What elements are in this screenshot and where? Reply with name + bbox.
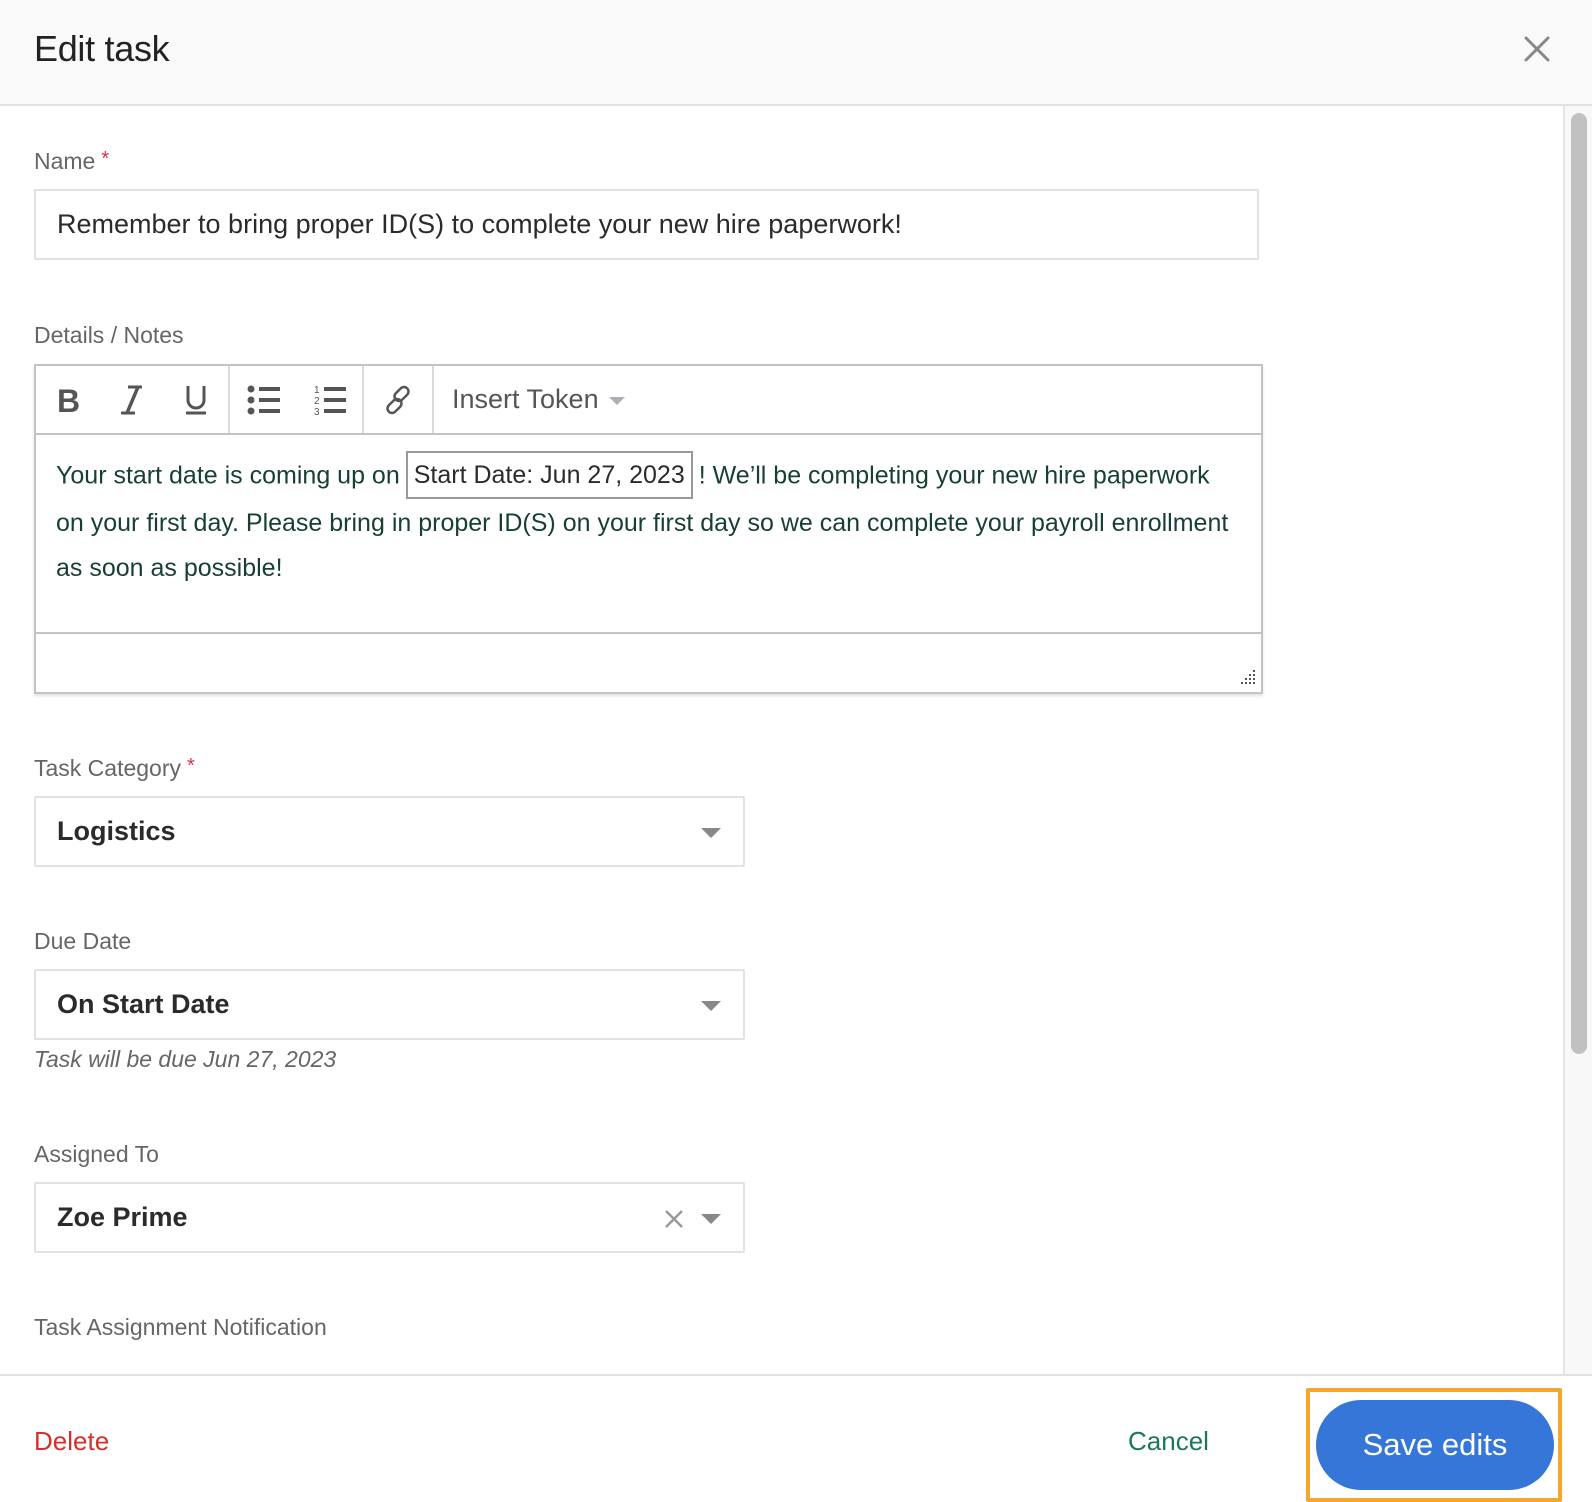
format-group: B xyxy=(36,366,230,433)
save-edits-button[interactable]: Save edits xyxy=(1316,1400,1554,1490)
link-group xyxy=(364,366,434,433)
name-input-value: Remember to bring proper ID(S) to comple… xyxy=(57,209,902,239)
italic-icon xyxy=(121,385,142,414)
resize-handle[interactable] xyxy=(1237,668,1257,688)
details-editor-content[interactable]: Your start date is coming up on Start Dat… xyxy=(36,435,1261,634)
cancel-button[interactable]: Cancel xyxy=(1128,1426,1209,1457)
list-group: 1 2 3 xyxy=(230,366,364,433)
dialog-header: Edit task xyxy=(0,0,1592,106)
bulleted-list-icon xyxy=(247,385,280,414)
bulleted-list-button[interactable] xyxy=(230,366,298,433)
bold-icon: B xyxy=(57,384,80,416)
dialog-title: Edit task xyxy=(34,28,170,69)
task-category-value: Logistics xyxy=(57,816,176,846)
task-category-select[interactable]: Logistics xyxy=(34,796,745,867)
task-category-label-text: Task Category xyxy=(34,755,182,781)
svg-text:1: 1 xyxy=(314,385,320,396)
scrollbar-thumb[interactable] xyxy=(1571,113,1587,1054)
underline-icon xyxy=(186,385,206,414)
name-label-text: Name xyxy=(34,148,96,174)
insert-token-label: Insert Token xyxy=(452,384,599,414)
resize-grip-icon xyxy=(1241,670,1255,684)
italic-button[interactable] xyxy=(100,366,164,433)
chevron-down-icon xyxy=(608,396,625,405)
underline-button[interactable] xyxy=(164,366,228,433)
editor-footer xyxy=(36,636,1261,692)
svg-text:B: B xyxy=(57,384,80,416)
task-assignment-notification-label: Task Assignment Notification xyxy=(34,1314,327,1340)
svg-text:2: 2 xyxy=(314,396,320,407)
dialog-body: Name * Remember to bring proper ID(S) to … xyxy=(0,106,1592,1374)
numbered-list-button[interactable]: 1 2 3 xyxy=(298,366,362,433)
link-button[interactable] xyxy=(364,366,432,433)
assigned-to-value: Zoe Prime xyxy=(57,1202,188,1232)
close-button[interactable] xyxy=(1522,34,1552,64)
bold-button[interactable]: B xyxy=(36,366,100,433)
details-label: Details / Notes xyxy=(34,322,184,348)
editor-toolbar: B 1 2 3 Insert Token xyxy=(36,366,1261,435)
required-mark: * xyxy=(101,148,110,170)
assigned-to-label: Assigned To xyxy=(34,1141,159,1167)
close-icon xyxy=(1524,36,1550,62)
assigned-to-select[interactable]: Zoe Prime xyxy=(34,1182,745,1253)
insert-token-dropdown[interactable]: Insert Token xyxy=(434,366,625,433)
clear-icon xyxy=(665,1210,683,1228)
clear-selection-button[interactable] xyxy=(663,1208,685,1230)
due-date-select[interactable]: On Start Date xyxy=(34,969,745,1040)
save-edits-label: Save edits xyxy=(1362,1427,1508,1462)
details-editor: B 1 2 3 Insert Token Your start date is … xyxy=(34,364,1263,694)
start-date-token[interactable]: Start Date: Jun 27, 2023 xyxy=(405,451,693,499)
chevron-down-icon xyxy=(701,1001,721,1011)
delete-button[interactable]: Delete xyxy=(34,1426,109,1457)
numbered-list-icon: 1 2 3 xyxy=(314,385,346,416)
dialog-footer: Delete Cancel Save edits xyxy=(0,1374,1592,1502)
link-icon xyxy=(386,385,410,414)
due-date-label: Due Date xyxy=(34,928,132,954)
svg-text:3: 3 xyxy=(314,407,320,416)
task-category-label: Task Category * xyxy=(34,755,195,782)
chevron-down-icon xyxy=(701,1214,721,1224)
name-label: Name * xyxy=(34,148,109,175)
due-date-value: On Start Date xyxy=(57,989,230,1019)
required-mark: * xyxy=(187,755,195,777)
chevron-down-icon xyxy=(701,828,721,838)
name-input[interactable]: Remember to bring proper ID(S) to comple… xyxy=(34,189,1259,260)
details-text-before: Your start date is coming up on xyxy=(56,461,400,490)
due-date-hint: Task will be due Jun 27, 2023 xyxy=(34,1046,337,1072)
